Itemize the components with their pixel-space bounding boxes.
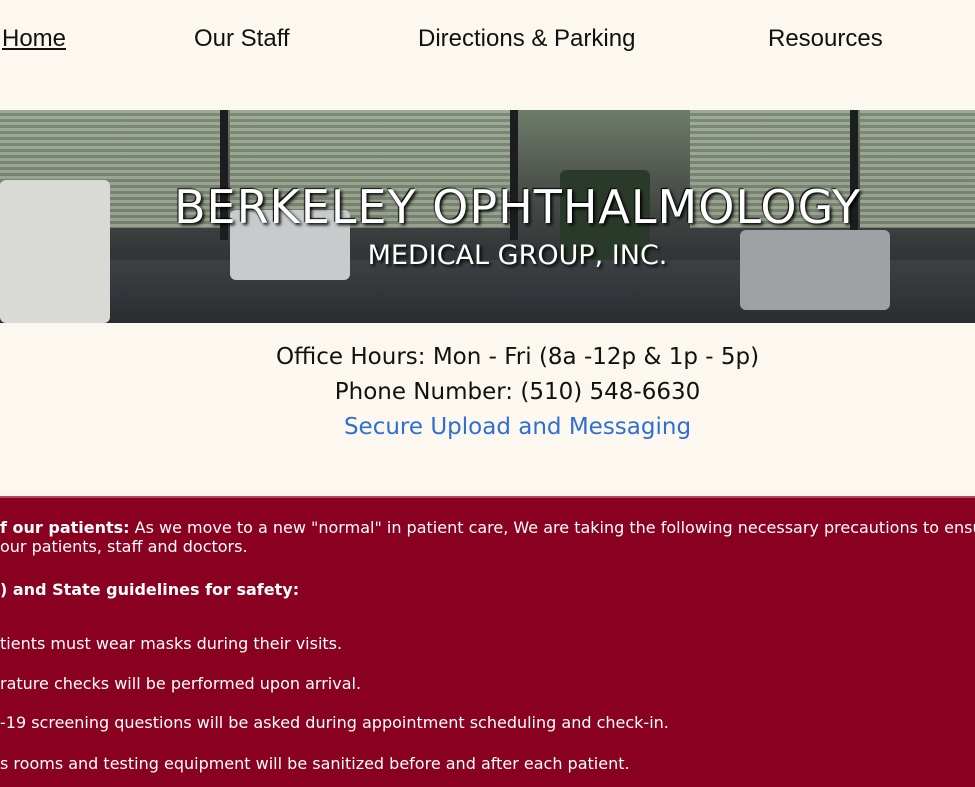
covid-notice: f our patients: As we move to a new "nor… bbox=[0, 496, 975, 787]
hero-banner: BERKELEY OPHTHALMOLOGY MEDICAL GROUP, IN… bbox=[0, 110, 975, 323]
nav-our-staff-link[interactable]: Our Staff bbox=[194, 24, 290, 54]
notice-guidelines-heading: ) and State guidelines for safety: bbox=[0, 580, 300, 599]
nav-resources-link[interactable]: Resources bbox=[768, 24, 883, 54]
notice-item: rature checks will be performed upon arr… bbox=[0, 674, 362, 693]
hero-title: BERKELEY OPHTHALMOLOGY bbox=[173, 180, 862, 234]
notice-item: tients must wear masks during their visi… bbox=[0, 634, 343, 653]
notice-intro-text: As we move to a new "normal" in patient … bbox=[129, 518, 975, 537]
nav-home-link[interactable]: Home bbox=[2, 24, 66, 54]
secure-upload-link[interactable]: Secure Upload and Messaging bbox=[0, 410, 975, 445]
nav-directions-parking-link[interactable]: Directions & Parking bbox=[418, 24, 635, 54]
notice-intro-line2: our patients, staff and doctors. bbox=[0, 537, 248, 556]
notice-item: -19 screening questions will be asked du… bbox=[0, 713, 669, 732]
hero-subtitle: MEDICAL GROUP, INC. bbox=[367, 240, 668, 271]
office-hours: Office Hours: Mon - Fri (8a -12p & 1p - … bbox=[275, 344, 760, 370]
phone-number: Phone Number: (510) 548-6630 bbox=[334, 379, 701, 405]
office-info: Office Hours: Mon - Fri (8a -12p & 1p - … bbox=[0, 340, 975, 445]
notice-intro-bold: f our patients: bbox=[0, 518, 130, 537]
main-nav: Home Our Staff Directions & Parking Reso… bbox=[0, 0, 975, 110]
notice-intro: f our patients: As we move to a new "nor… bbox=[0, 518, 975, 538]
notice-item: s rooms and testing equipment will be sa… bbox=[0, 754, 630, 773]
